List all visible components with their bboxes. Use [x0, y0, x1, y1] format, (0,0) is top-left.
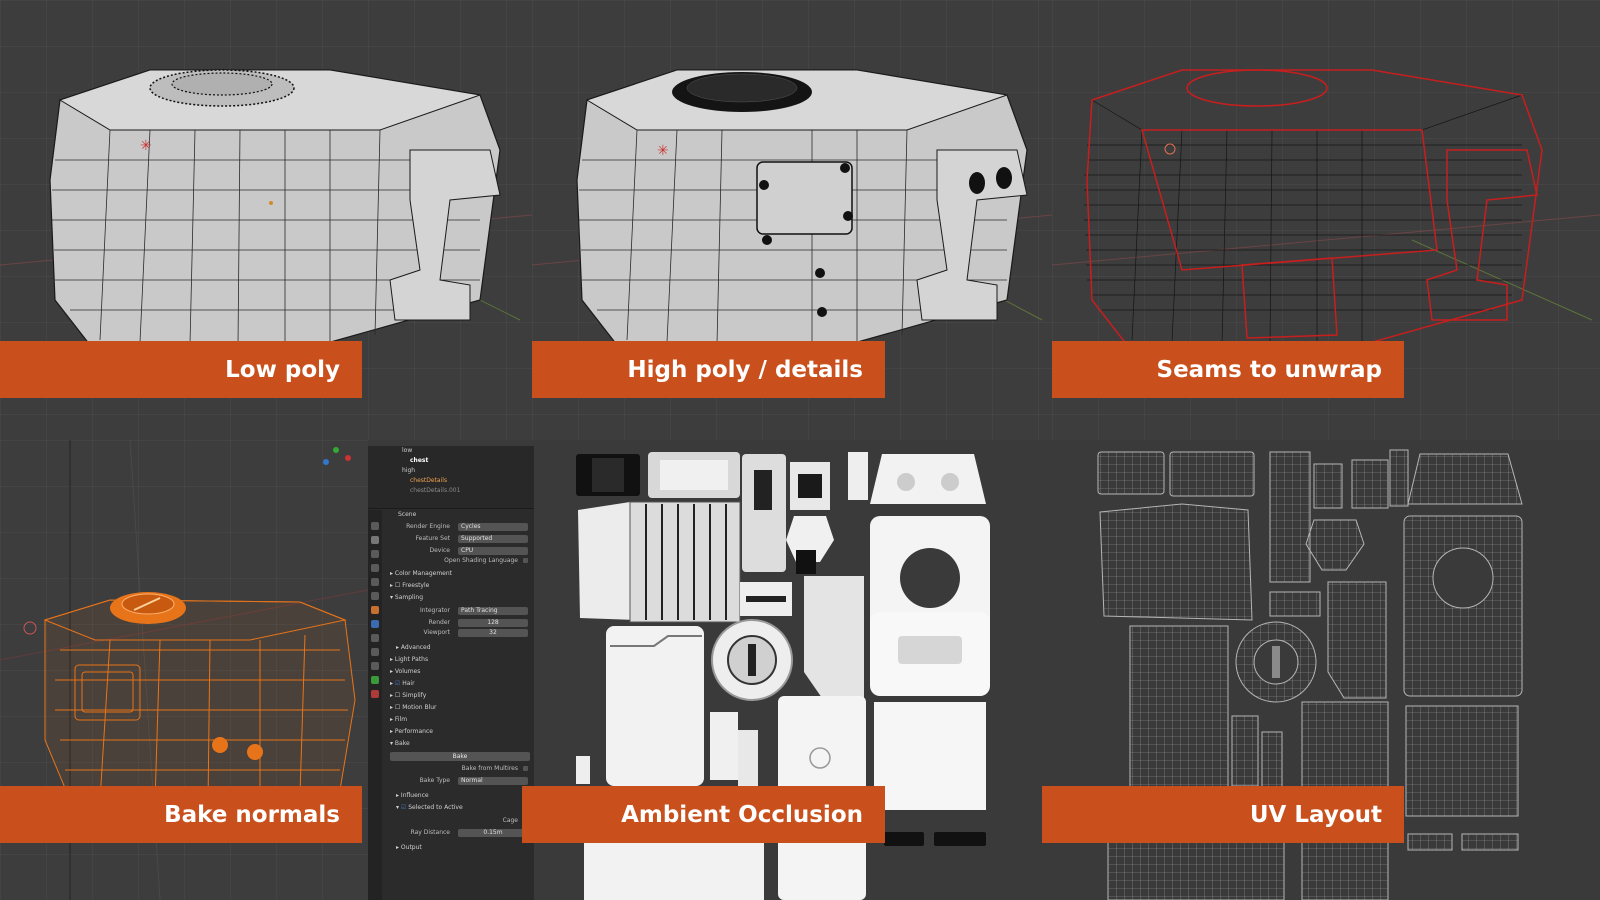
- bake-button[interactable]: Bake: [390, 752, 530, 761]
- bake-from-multires-row: Bake from Multires: [384, 764, 532, 774]
- section-influence[interactable]: ▸ Influence: [396, 792, 429, 799]
- caption-uv-layout: UV Layout: [1042, 786, 1404, 843]
- section-volumes[interactable]: ▸ Volumes: [390, 668, 420, 675]
- section-film[interactable]: ▸ Film: [390, 716, 407, 723]
- bake-type-label: Bake Type: [419, 777, 450, 784]
- device-label: Device: [429, 547, 450, 554]
- render-samples-label: Render: [428, 619, 450, 626]
- tab-physics[interactable]: [371, 648, 379, 656]
- tab-material[interactable]: [371, 690, 379, 698]
- scene-header: Scene: [398, 511, 417, 518]
- svg-text:✳: ✳: [657, 143, 669, 159]
- outliner: low chest high chestDetails chestDetails…: [368, 446, 534, 509]
- outliner-item[interactable]: chest: [410, 456, 428, 465]
- tab-view-layer[interactable]: [371, 564, 379, 572]
- render-engine-dropdown[interactable]: Cycles: [458, 523, 528, 531]
- cage-row: Cage: [384, 816, 532, 826]
- bake-type-row: Bake Type Normal: [384, 776, 532, 786]
- caption-seams: Seams to unwrap: [1052, 341, 1404, 398]
- section-freestyle[interactable]: ▸ ☐ Freestyle: [390, 582, 429, 589]
- integrator-dropdown[interactable]: Path Tracing: [458, 607, 528, 615]
- tab-constraints[interactable]: [371, 662, 379, 670]
- properties-tabs: [368, 510, 382, 900]
- section-sampling[interactable]: ▾ Sampling: [390, 594, 423, 601]
- viewport-seams[interactable]: Seams to unwrap: [1052, 0, 1600, 440]
- tab-scene[interactable]: [371, 578, 379, 586]
- viewport-low-poly[interactable]: ✳ Low poly: [0, 0, 532, 440]
- tab-render[interactable]: [371, 536, 379, 544]
- viewport-samples-label: Viewport: [423, 629, 450, 636]
- integrator-label: Integrator: [419, 607, 450, 614]
- viewport-samples-row: Viewport 32: [384, 628, 532, 638]
- integrator-row: Integrator Path Tracing: [384, 606, 532, 616]
- outliner-item[interactable]: chestDetails.001: [410, 486, 460, 495]
- tab-world[interactable]: [371, 592, 379, 600]
- section-selected-to-active[interactable]: ▾ ☑ Selected to Active: [396, 804, 463, 811]
- cage-label: Cage: [502, 817, 518, 824]
- render-engine-label: Render Engine: [406, 523, 450, 530]
- caption-ambient-occlusion: Ambient Occlusion: [522, 786, 885, 843]
- osl-row: Open Shading Language: [384, 556, 532, 566]
- section-simplify[interactable]: ▸ ☐ Simplify: [390, 692, 426, 699]
- caption-low-poly: Low poly: [0, 341, 362, 398]
- osl-checkbox[interactable]: [523, 558, 528, 563]
- device-row: Device CPU: [384, 546, 532, 556]
- ray-distance-row: Ray Distance 0.15m: [384, 828, 532, 838]
- tab-particles[interactable]: [371, 634, 379, 642]
- section-color-management[interactable]: ▸ Color Management: [390, 570, 452, 577]
- outliner-item[interactable]: low: [402, 446, 412, 455]
- osl-label: Open Shading Language: [444, 557, 518, 564]
- feature-set-dropdown[interactable]: Supported: [458, 535, 528, 543]
- viewport-high-poly[interactable]: ✳ High poly / details: [532, 0, 1052, 440]
- svg-text:✳: ✳: [140, 138, 152, 154]
- section-hair[interactable]: ▸ ☑ Hair: [390, 680, 415, 687]
- section-advanced[interactable]: ▸ Advanced: [396, 644, 431, 651]
- bake-from-multires-label: Bake from Multires: [461, 765, 518, 772]
- caption-bake-normals: Bake normals: [0, 786, 362, 843]
- section-bake[interactable]: ▾ Bake: [390, 740, 410, 747]
- tab-tool[interactable]: [371, 522, 379, 530]
- blender-properties-panel: low chest high chestDetails chestDetails…: [368, 446, 534, 900]
- outliner-item[interactable]: chestDetails: [410, 476, 447, 485]
- ray-distance-label: Ray Distance: [410, 829, 450, 836]
- section-output[interactable]: ▸ Output: [396, 844, 422, 851]
- section-performance[interactable]: ▸ Performance: [390, 728, 433, 735]
- feature-set-row: Feature Set Supported: [384, 534, 532, 544]
- feature-set-label: Feature Set: [415, 535, 450, 542]
- render-samples-row: Render 128: [384, 618, 532, 628]
- render-samples-field[interactable]: 128: [458, 619, 528, 627]
- outliner-item[interactable]: high: [402, 466, 415, 475]
- tab-data[interactable]: [371, 676, 379, 684]
- viewport-samples-field[interactable]: 32: [458, 629, 528, 637]
- device-dropdown[interactable]: CPU: [458, 547, 528, 555]
- bake-from-multires-checkbox[interactable]: [523, 766, 528, 771]
- caption-high-poly: High poly / details: [532, 341, 885, 398]
- ray-distance-field[interactable]: 0.15m: [458, 829, 528, 837]
- tab-object[interactable]: [371, 606, 379, 614]
- section-motion-blur[interactable]: ▸ ☐ Motion Blur: [390, 704, 437, 711]
- tab-output[interactable]: [371, 550, 379, 558]
- tab-modifiers[interactable]: [371, 620, 379, 628]
- render-engine-row: Render Engine Cycles: [384, 522, 532, 532]
- section-light-paths[interactable]: ▸ Light Paths: [390, 656, 428, 663]
- bake-type-dropdown[interactable]: Normal: [458, 777, 528, 785]
